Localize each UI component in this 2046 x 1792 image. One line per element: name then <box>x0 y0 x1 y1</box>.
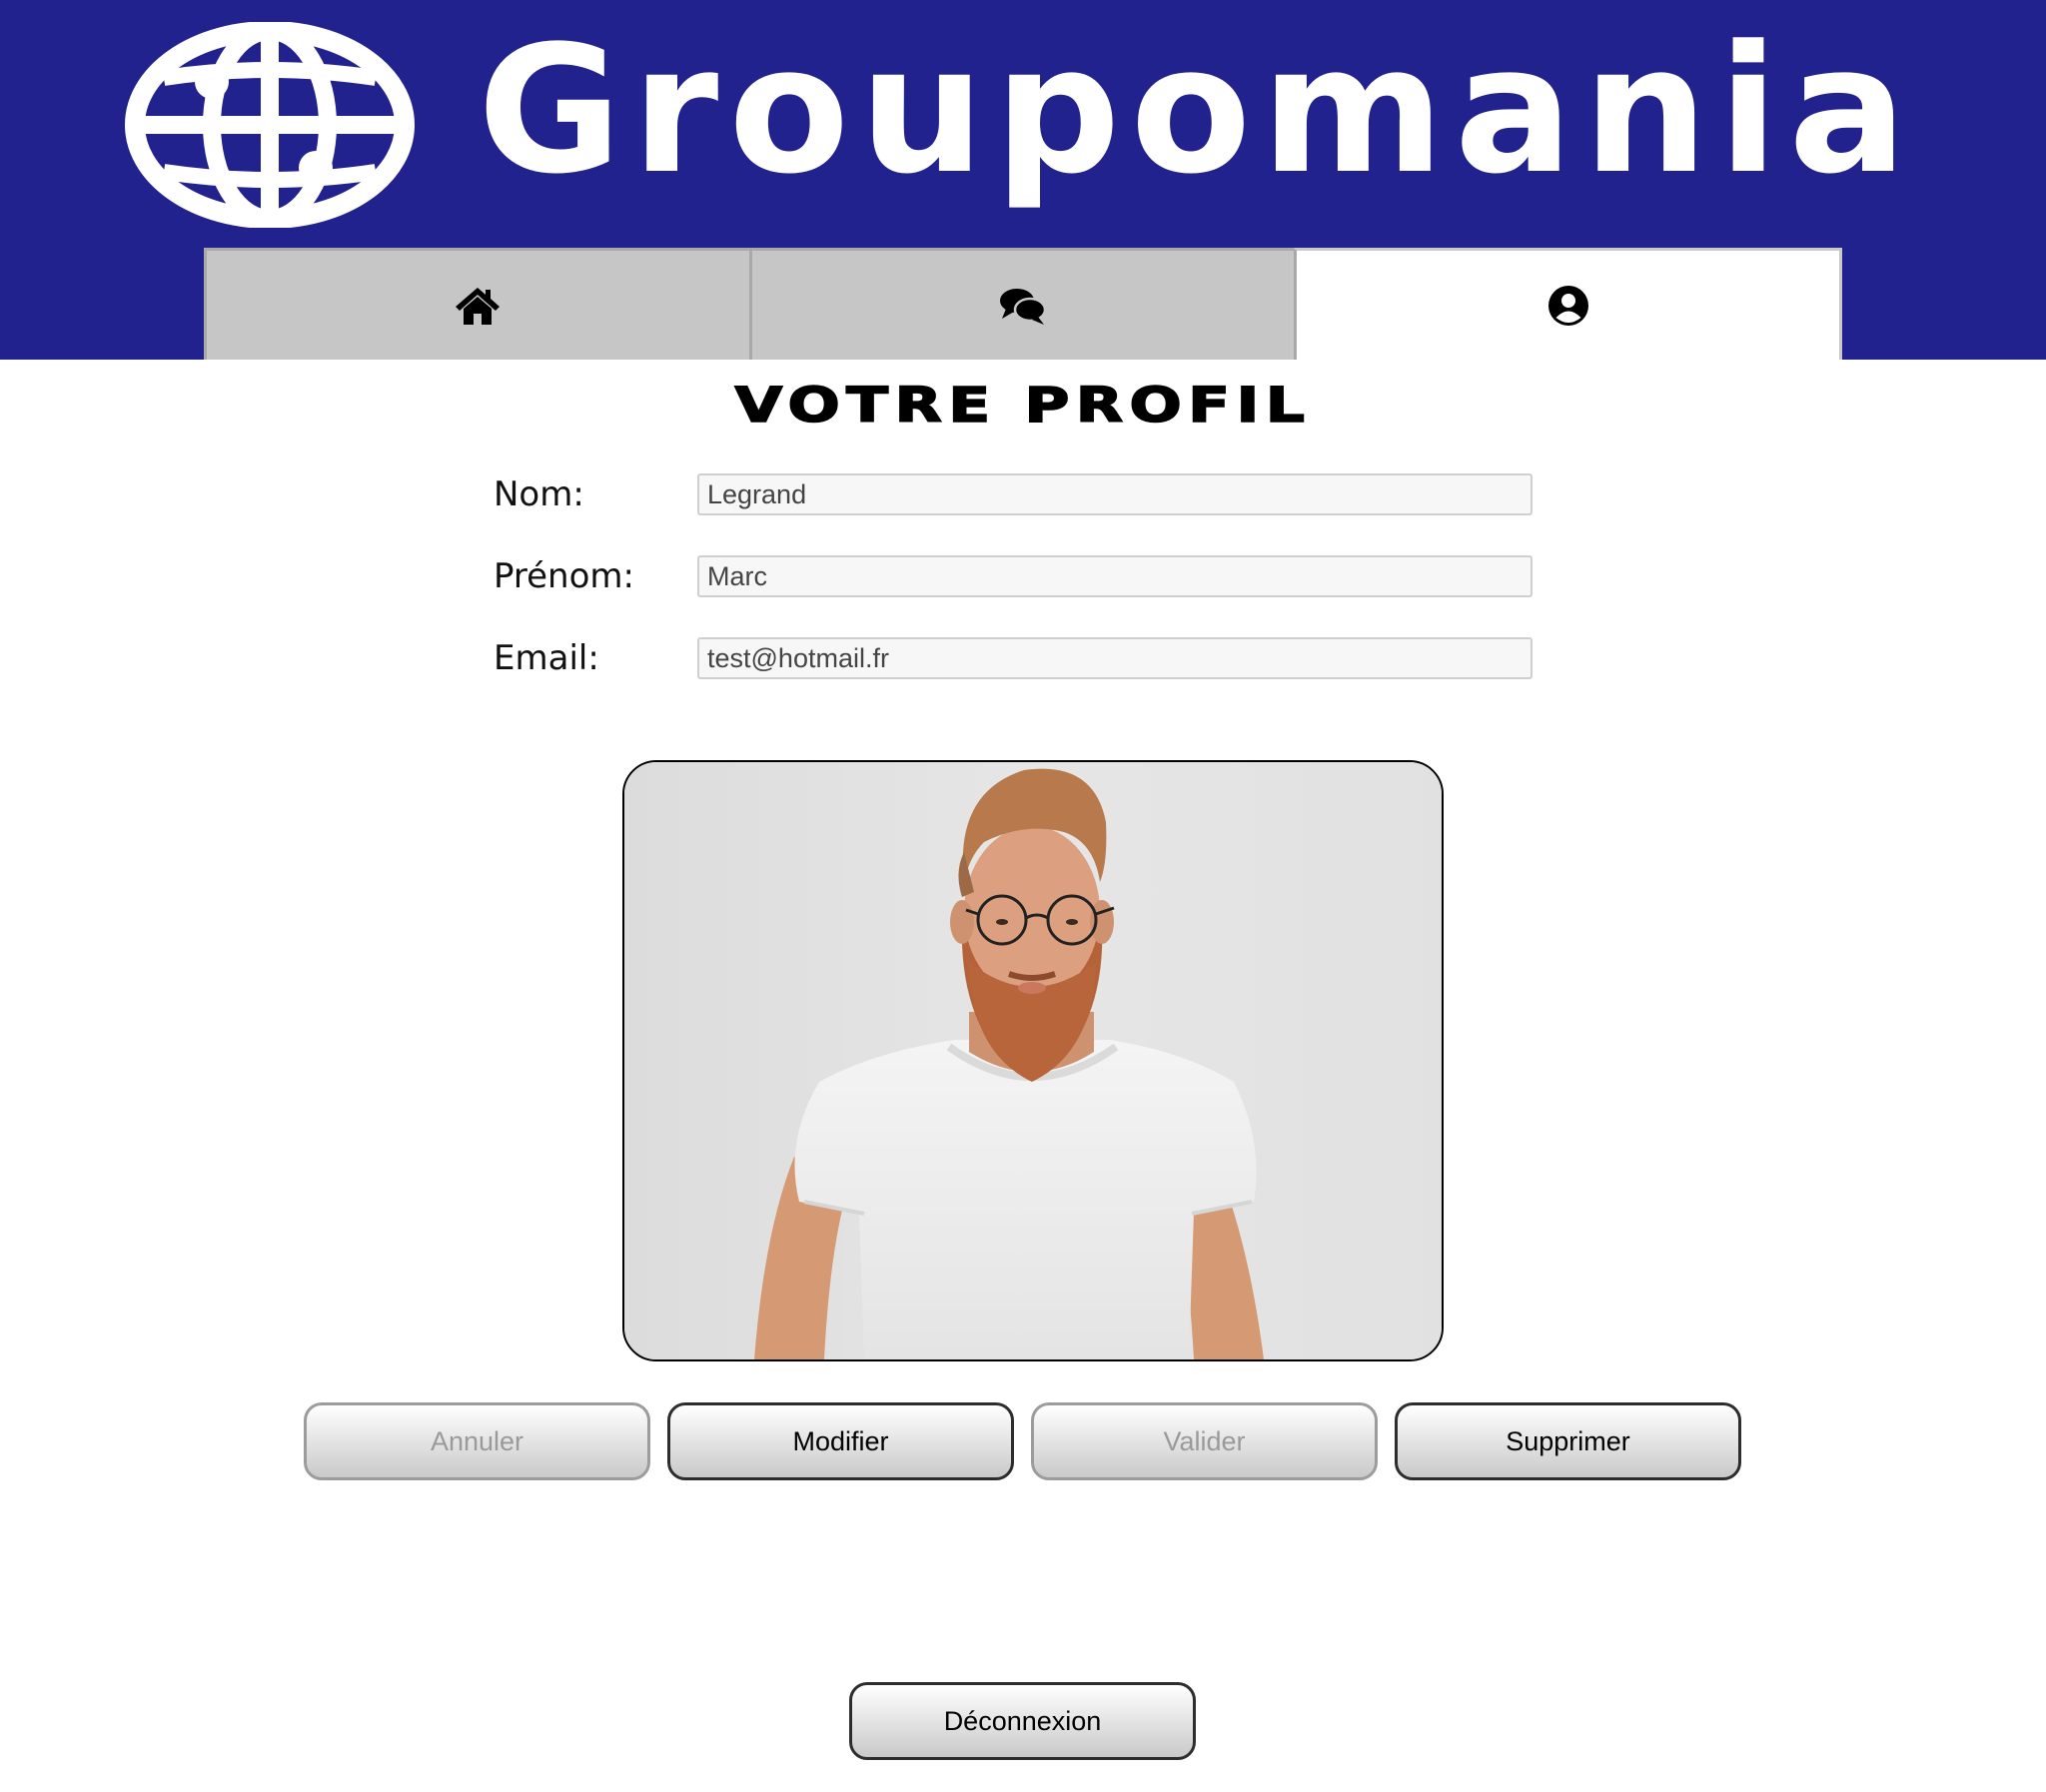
email-field[interactable] <box>697 637 1533 679</box>
tab-profile[interactable] <box>1294 248 1843 360</box>
logout-button[interactable]: Déconnexion <box>849 1682 1196 1760</box>
profile-photo-image <box>624 762 1442 1359</box>
prenom-field[interactable] <box>697 555 1533 597</box>
form-row-prenom: Prénom: <box>494 555 1533 597</box>
nom-label: Nom: <box>494 474 584 514</box>
form-row-nom: Nom: <box>494 473 1533 515</box>
prenom-label: Prénom: <box>494 556 634 596</box>
nom-field[interactable] <box>697 473 1533 515</box>
main-nav <box>204 248 1843 360</box>
cancel-button[interactable]: Annuler <box>304 1402 650 1480</box>
user-circle-icon <box>1547 285 1588 326</box>
tab-messages[interactable] <box>748 248 1295 360</box>
email-label: Email: <box>494 638 599 678</box>
comments-icon <box>1000 288 1047 325</box>
tab-home[interactable] <box>204 248 749 360</box>
page-title: VOTRE PROFIL <box>734 377 1312 435</box>
profile-photo <box>622 760 1444 1361</box>
delete-button[interactable]: Supprimer <box>1395 1402 1741 1480</box>
validate-button[interactable]: Valider <box>1031 1402 1378 1480</box>
globe-icon <box>125 22 415 228</box>
edit-button[interactable]: Modifier <box>667 1402 1014 1480</box>
brand-logo-text: Groupomania <box>478 8 1917 213</box>
app-header: Groupomania <box>0 0 2046 360</box>
home-icon <box>456 287 501 325</box>
form-row-email: Email: <box>494 637 1533 679</box>
